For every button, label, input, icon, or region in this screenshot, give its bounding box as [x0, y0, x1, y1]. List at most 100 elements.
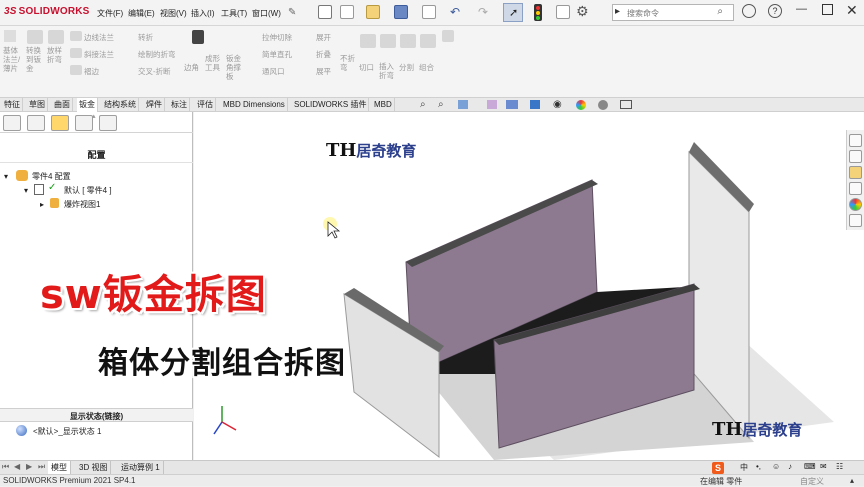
property-manager-tab-icon[interactable] — [27, 115, 45, 131]
ribbon-label-rip[interactable]: 切口 — [359, 62, 374, 73]
scene-icon[interactable] — [598, 100, 608, 110]
ribbon-label-split[interactable]: 分割 — [399, 62, 414, 73]
new-doc-icon[interactable] — [340, 5, 354, 19]
ribbon-label-sketched-bend[interactable]: 绘制的折弯 — [138, 49, 176, 60]
expand-caret-icon[interactable]: ▾ — [4, 172, 8, 181]
scroll-first-icon[interactable]: ⏮ — [2, 462, 9, 472]
scroll-next-icon[interactable]: ▶ — [26, 462, 32, 471]
tab-weldments[interactable]: 焊件 — [144, 98, 165, 112]
ime-lang-icon[interactable]: 中 — [740, 462, 748, 473]
ribbon-label-miter-flange[interactable]: 斜接法兰 — [84, 49, 114, 60]
zoom-to-fit-icon[interactable]: ⌕ — [420, 99, 426, 110]
previous-view-icon[interactable] — [458, 100, 468, 109]
tab-mbd[interactable]: MBD — [372, 98, 395, 112]
ribbon-label-fold[interactable]: 折叠 — [316, 49, 331, 60]
tree-root[interactable]: 零件4 配置 — [32, 171, 71, 182]
view-orientation-icon[interactable] — [506, 100, 518, 109]
ime-punct-icon[interactable]: •, — [756, 462, 761, 471]
redo-icon[interactable]: ↷ — [478, 5, 488, 19]
custom-units[interactable]: 自定义 — [800, 476, 824, 487]
ribbon-label-jog[interactable]: 转折 — [138, 32, 153, 43]
design-library-icon[interactable] — [849, 150, 862, 163]
ribbon-label-no-bends[interactable]: 不折 弯 — [340, 54, 355, 72]
ribbon-label-combine[interactable]: 组合 — [419, 62, 434, 73]
tab-model[interactable]: 模型 — [48, 461, 71, 475]
ribbon-label-corners[interactable]: 边角 — [184, 62, 199, 73]
zoom-area-icon[interactable]: ⌕ — [438, 99, 444, 110]
dimxpert-tab-icon[interactable] — [75, 115, 93, 131]
display-style-icon[interactable] — [530, 100, 540, 109]
tab-sketch[interactable]: 草图 — [27, 98, 48, 112]
tab-solidworks-addins[interactable]: SOLIDWORKS 插件 — [292, 98, 370, 112]
gear-icon[interactable]: ⚙ — [576, 3, 589, 20]
ribbon-label-hem[interactable]: 褶边 — [84, 66, 99, 77]
help-icon[interactable]: ? — [768, 4, 782, 18]
minimize-icon[interactable]: — — [796, 3, 807, 15]
ribbon-label-forming-tool[interactable]: 成形 工具 — [205, 54, 220, 72]
tab-sheet-metal[interactable]: 钣金 — [77, 98, 98, 112]
tree-config-default[interactable]: 默认 [ 零件4 ] — [64, 185, 112, 196]
display-manager-tab-icon[interactable] — [99, 115, 117, 131]
graphics-viewport[interactable]: TH居奇教育 TH居奇教育 — [194, 112, 864, 460]
tab-3d-view[interactable]: 3D 视图 — [76, 461, 112, 475]
open-icon[interactable] — [366, 5, 380, 19]
print-icon[interactable] — [422, 5, 436, 19]
ribbon-label-lofted-bend[interactable]: 放样 折弯 — [47, 46, 62, 64]
file-explorer-icon[interactable] — [849, 166, 862, 179]
ribbon-label-convert[interactable]: 转换 到钣 金 — [26, 46, 41, 73]
save-icon[interactable] — [394, 5, 408, 19]
display-state-item[interactable]: <默认>_显示状态 1 — [33, 426, 101, 437]
select-icon[interactable]: ➚ — [503, 3, 523, 22]
ribbon-label-cross-break[interactable]: 交叉-折断 — [138, 66, 171, 77]
tab-motion-study[interactable]: 运动算例 1 — [118, 461, 164, 475]
restore-icon[interactable] — [822, 4, 833, 15]
traffic-light-icon[interactable] — [534, 4, 542, 21]
ribbon-label-unfold[interactable]: 展开 — [316, 32, 331, 43]
hide-show-icon[interactable]: ◉ — [553, 99, 562, 110]
ime-emoji-icon[interactable]: ☺ — [772, 462, 780, 471]
configuration-manager-tab-icon[interactable] — [51, 115, 69, 131]
home-task-icon[interactable] — [849, 134, 862, 147]
user-icon[interactable] — [742, 4, 756, 18]
search-input[interactable]: ▸ 搜索命令 ⌕ — [612, 4, 734, 21]
menu-file[interactable]: 文件(F) — [97, 8, 123, 19]
expand-caret-icon[interactable]: ▸ — [40, 200, 44, 209]
ribbon-label-base-flange[interactable]: 基体 法兰/ 薄片 — [3, 46, 20, 73]
ime-skin-icon[interactable]: ✉ — [820, 462, 827, 471]
ribbon-label-extruded-cut[interactable]: 拉伸切除 — [262, 32, 292, 43]
ime-voice-icon[interactable]: ♪ — [788, 462, 792, 471]
search-icon[interactable]: ⌕ — [717, 6, 723, 17]
menu-tools[interactable]: 工具(T) — [221, 8, 247, 19]
menu-view[interactable]: 视图(V) — [160, 8, 187, 19]
section-view-icon[interactable] — [487, 100, 497, 109]
view-palette-icon[interactable] — [849, 182, 862, 195]
home-icon[interactable] — [318, 5, 332, 19]
ribbon-label-flatten[interactable]: 展平 — [316, 66, 331, 77]
undo-icon[interactable]: ↶ — [450, 5, 460, 19]
tab-structure-system[interactable]: 结构系统 — [102, 98, 139, 112]
view-settings-icon[interactable] — [620, 100, 632, 109]
tab-features[interactable]: 特征 — [2, 98, 23, 112]
tree-exploded-view[interactable]: 爆炸视图1 — [64, 199, 100, 210]
ribbon-label-insert-bends[interactable]: 插入 折弯 — [379, 62, 394, 80]
ribbon-label-edge-flange[interactable]: 边线法兰 — [84, 32, 114, 43]
tab-mbd-dimensions[interactable]: MBD Dimensions — [221, 98, 288, 112]
ribbon-btn-base-flange-icon[interactable] — [4, 30, 16, 42]
ime-logo-icon[interactable]: S — [712, 462, 724, 474]
custom-properties-icon[interactable] — [849, 214, 862, 227]
tab-markup[interactable]: 标注 — [169, 98, 190, 112]
status-arrow-icon[interactable]: ▴ — [850, 476, 854, 485]
ime-menu-icon[interactable]: ☷ — [836, 462, 843, 471]
expand-caret-icon[interactable]: ▾ — [24, 186, 28, 195]
scroll-last-icon[interactable]: ⏭ — [38, 462, 45, 472]
close-icon[interactable]: ✕ — [846, 2, 858, 19]
options-icon[interactable] — [556, 5, 570, 19]
feature-manager-tab-icon[interactable] — [3, 115, 21, 131]
menu-window[interactable]: 窗口(W) — [252, 8, 281, 19]
ime-keyboard-icon[interactable]: ⌨ — [804, 462, 816, 471]
tab-evaluate[interactable]: 评估 — [195, 98, 216, 112]
appearances-icon[interactable] — [849, 198, 862, 211]
ribbon-label-vent[interactable]: 通风口 — [262, 66, 285, 77]
pin-icon[interactable]: ✎ — [288, 7, 296, 18]
ribbon-label-gusset[interactable]: 钣金 角撑 板 — [226, 54, 241, 81]
